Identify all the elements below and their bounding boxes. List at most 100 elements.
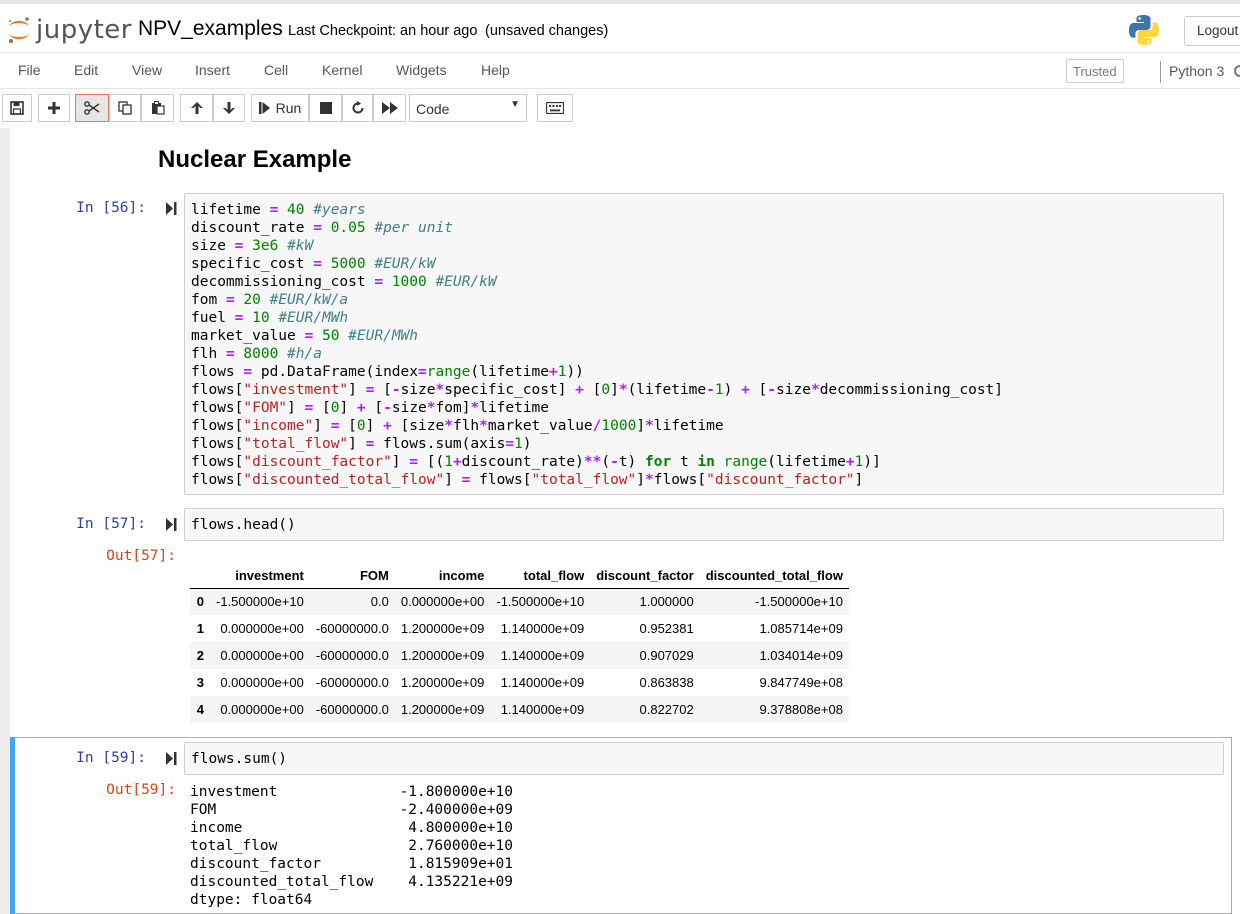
- table-cell: 0.863838: [639, 675, 694, 690]
- menu-bar: File Edit View Insert Cell Kernel Widget…: [0, 52, 1240, 89]
- index-header: [190, 563, 210, 589]
- interrupt-kernel-button[interactable]: [309, 94, 342, 122]
- table-header-row: investment FOM income total_flow discoun…: [190, 563, 849, 589]
- column-header: discount_factor: [590, 563, 700, 589]
- table-cell: 1.085714e+09: [759, 621, 843, 636]
- save-icon: [10, 101, 24, 115]
- table-cell: 9.378808e+08: [759, 702, 843, 717]
- row-index: 4: [196, 702, 204, 717]
- move-down-button[interactable]: [213, 94, 245, 122]
- notebook-name[interactable]: NPV_examples: [138, 17, 283, 41]
- table-cell: -1.500000e+10: [216, 594, 304, 610]
- menu-edit[interactable]: Edit: [74, 62, 98, 78]
- notebook-header-area: jupyter NPV_examples Last Checkpoint: an…: [0, 0, 1240, 128]
- row-index: 1: [196, 621, 204, 636]
- step-forward-icon: [166, 752, 177, 765]
- autosave-status: (unsaved changes): [485, 23, 609, 39]
- arrow-down-icon: [223, 102, 235, 114]
- table-cell: -1.500000e+10: [755, 594, 843, 610]
- series-sum-output: investment -1.800000e+10 FOM -2.400000e+…: [190, 784, 514, 908]
- command-palette-button[interactable]: [537, 94, 573, 122]
- table-cell: 1.140000e+09: [500, 648, 585, 663]
- dataframe-output-table: investment FOM income total_flow discoun…: [190, 563, 849, 723]
- save-button[interactable]: [2, 94, 32, 122]
- run-label: Run: [275, 100, 302, 116]
- python-logo-icon: [1129, 15, 1159, 45]
- row-index: 0: [196, 594, 204, 610]
- scissors-icon: [84, 101, 100, 115]
- restart-icon: [352, 101, 363, 114]
- table-cell: 1.140000e+09: [500, 621, 585, 636]
- keyboard-icon: [546, 102, 564, 114]
- copy-icon: [118, 101, 132, 115]
- copy-cells-button[interactable]: [109, 94, 141, 122]
- cell-type-select[interactable]: Code ▼: [409, 94, 527, 122]
- menu-kernel[interactable]: Kernel: [322, 62, 362, 78]
- kernel-separator: [1160, 61, 1161, 83]
- table-row: 2 0.000000e+00 -60000000.0 1.200000e+09 …: [190, 642, 849, 669]
- table-cell: 0.000000e+00: [220, 675, 304, 690]
- selected-cell-indicator: [10, 737, 15, 914]
- step-forward-icon: [166, 202, 177, 215]
- table-cell: 1.034014e+09: [759, 648, 843, 663]
- table-cell: 0.0: [370, 594, 389, 610]
- cell-56-run-icon[interactable]: [166, 202, 177, 218]
- paste-icon: [151, 101, 165, 115]
- cell-57-input[interactable]: flows.head(): [184, 508, 1224, 541]
- table-cell: 0.822702: [639, 702, 694, 717]
- logout-button[interactable]: Logout: [1184, 16, 1240, 46]
- cut-cells-button[interactable]: [75, 94, 109, 122]
- restart-kernel-button[interactable]: [342, 94, 373, 122]
- cell-59-input[interactable]: flows.sum(): [184, 742, 1224, 775]
- trusted-indicator[interactable]: Trusted: [1066, 59, 1124, 83]
- cell-59-in-prompt: In [59]:: [76, 750, 146, 766]
- table-cell: 0.000000e+00: [220, 621, 304, 636]
- markdown-heading[interactable]: Nuclear Example: [158, 146, 351, 174]
- menu-help[interactable]: Help: [481, 62, 510, 78]
- table-cell: -1.500000e+10: [496, 594, 585, 610]
- menu-insert[interactable]: Insert: [195, 62, 230, 78]
- table-cell: 1.200000e+09: [400, 621, 485, 636]
- table-cell: 0.000000e+00: [220, 648, 304, 663]
- menu-view[interactable]: View: [132, 62, 162, 78]
- fast-forward-icon: [381, 102, 398, 114]
- table-cell: 0.000000e+00: [400, 594, 485, 610]
- cell-type-value: Code: [416, 101, 450, 117]
- table-cell: -60000000.0: [315, 675, 389, 690]
- table-cell: 0.952381: [639, 621, 694, 636]
- menu-cell[interactable]: Cell: [264, 62, 288, 78]
- table-cell: -60000000.0: [315, 702, 389, 717]
- plus-icon: [48, 102, 60, 114]
- step-forward-icon: [166, 518, 177, 531]
- cell-57-run-icon[interactable]: [166, 518, 177, 534]
- table-cell: -60000000.0: [315, 621, 389, 636]
- cell-56-in-prompt: In [56]:: [76, 200, 146, 216]
- run-button[interactable]: Run: [251, 94, 309, 122]
- table-cell: 1.200000e+09: [400, 648, 485, 663]
- arrow-up-icon: [190, 102, 203, 114]
- cell-56-input[interactable]: lifetime = 40 #years discount_rate = 0.0…: [184, 193, 1224, 495]
- column-header: total_flow: [490, 563, 591, 589]
- row-index: 2: [196, 648, 204, 663]
- table-cell: 1.200000e+09: [400, 702, 485, 717]
- header-bar: jupyter NPV_examples Last Checkpoint: an…: [0, 0, 1240, 52]
- table-row: 4 0.000000e+00 -60000000.0 1.200000e+09 …: [190, 696, 849, 723]
- jupyter-logo[interactable]: jupyter: [6, 14, 132, 46]
- kernel-name: Python 3: [1169, 63, 1225, 79]
- table-row: 1 0.000000e+00 -60000000.0 1.200000e+09 …: [190, 615, 849, 642]
- paste-cells-button[interactable]: [141, 94, 174, 122]
- menu-widgets[interactable]: Widgets: [396, 62, 447, 78]
- table-cell: 1.000000: [639, 594, 694, 610]
- cell-59-run-icon[interactable]: [166, 752, 177, 768]
- move-up-button[interactable]: [180, 94, 213, 122]
- restart-run-all-button[interactable]: [373, 94, 406, 122]
- stop-icon: [319, 102, 332, 114]
- insert-cell-button[interactable]: [38, 94, 70, 122]
- kernel-idle-icon: [1234, 65, 1240, 77]
- cell-57-out-prompt: Out[57]:: [106, 548, 176, 564]
- menu-file[interactable]: File: [18, 62, 41, 78]
- jupyter-logo-text: jupyter: [36, 15, 132, 45]
- table-cell: 1.140000e+09: [500, 675, 585, 690]
- cell-59-code: flows.sum(): [191, 751, 288, 767]
- table-cell: -60000000.0: [315, 648, 389, 663]
